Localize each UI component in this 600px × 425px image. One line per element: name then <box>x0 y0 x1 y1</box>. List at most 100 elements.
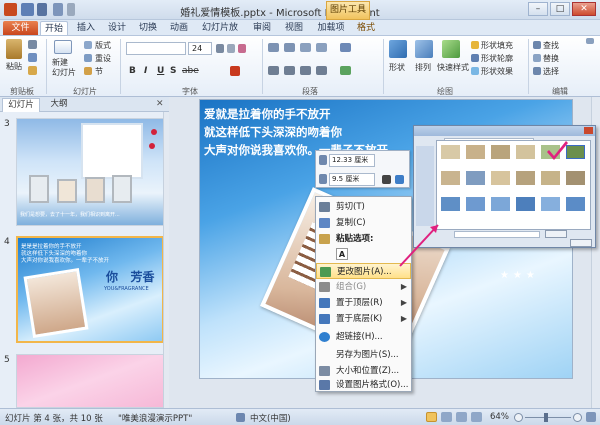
picture-thumb[interactable] <box>466 145 485 159</box>
outdent-icon[interactable] <box>316 43 327 52</box>
cut-icon[interactable] <box>28 40 37 49</box>
clear-format-icon[interactable] <box>238 44 246 53</box>
undo-icon[interactable] <box>37 3 47 16</box>
tab-home[interactable]: 开始 <box>40 21 68 35</box>
width-input[interactable]: 9.5 厘米 <box>329 173 375 186</box>
paste-button[interactable]: 粘贴 <box>6 61 22 72</box>
picture-thumb[interactable] <box>566 197 585 211</box>
format-painter-icon[interactable] <box>28 66 37 75</box>
picture-thumb[interactable] <box>441 171 460 185</box>
zoom-slider-track[interactable] <box>525 417 571 418</box>
customize-qat-icon[interactable] <box>67 3 75 16</box>
tab-outline[interactable]: 大纲 <box>44 98 74 112</box>
menu-item-hyperlink[interactable]: 超链接(H)... <box>316 329 411 345</box>
pane-scrollbar[interactable] <box>163 112 169 408</box>
picture-thumb[interactable] <box>441 197 460 211</box>
font-name-input[interactable] <box>126 42 186 55</box>
arrange-icon[interactable] <box>415 40 433 58</box>
italic-button[interactable]: I <box>144 66 147 76</box>
tab-file[interactable]: 文件 <box>3 21 38 35</box>
tab-insert[interactable]: 插入 <box>73 21 99 35</box>
layout-button[interactable]: 版式 <box>95 40 111 51</box>
menu-item-copy[interactable]: 复制(C) <box>316 215 411 231</box>
underline-button[interactable]: U <box>157 66 164 76</box>
replace-button[interactable]: 替换 <box>543 53 559 64</box>
zoom-slider-thumb[interactable] <box>544 413 548 422</box>
slideshow-view-icon[interactable] <box>471 412 482 422</box>
app-logo-icon[interactable] <box>4 3 17 16</box>
shrink-font-icon[interactable] <box>227 44 235 53</box>
picture-thumb[interactable] <box>516 171 535 185</box>
shape-style-icon[interactable] <box>395 175 404 184</box>
shape-fill-button[interactable]: 形状填充 <box>481 40 513 51</box>
font-size-input[interactable]: 24 <box>188 42 212 55</box>
redo-icon[interactable] <box>53 3 63 16</box>
copy-icon[interactable] <box>28 53 37 62</box>
picture-thumb[interactable] <box>541 171 560 185</box>
zoom-out-button[interactable] <box>514 413 523 422</box>
spellcheck-icon[interactable] <box>236 413 245 422</box>
tab-format[interactable]: 格式 <box>354 21 378 35</box>
paste-icon[interactable] <box>6 39 22 59</box>
tab-animations[interactable]: 动画 <box>166 21 192 35</box>
new-slide-icon[interactable] <box>54 40 72 54</box>
minimize-button[interactable]: – <box>528 2 548 16</box>
tab-slides[interactable]: 幻灯片 <box>2 98 40 112</box>
picture-thumb[interactable] <box>566 171 585 185</box>
picture-thumb[interactable] <box>466 171 485 185</box>
dialog-close-icon[interactable] <box>584 127 593 134</box>
slide-thumbnail-3[interactable]: 我们是想要，去了十一年，我们相识到离开... <box>16 118 164 226</box>
arrange-button[interactable]: 排列 <box>415 62 431 73</box>
reset-button[interactable]: 重设 <box>95 53 111 64</box>
picture-thumb[interactable] <box>491 197 510 211</box>
menu-item-change-picture[interactable]: 更改图片(A)... <box>316 263 411 279</box>
dialog-cancel-button[interactable] <box>570 239 592 247</box>
shapes-icon[interactable] <box>389 40 407 58</box>
language-indicator[interactable]: 中文(中国) <box>250 412 291 424</box>
slide-thumbnail-4[interactable]: 是是是拉着你的手不放开 就这样低下头深深的吻着你 大声对你说我喜欢你。一辈子不放… <box>16 236 164 343</box>
align-right-icon[interactable] <box>300 66 311 75</box>
quick-styles-button[interactable]: 快速样式 <box>437 62 469 73</box>
menu-item-format-picture[interactable]: 设置图片格式(O)... <box>316 377 411 393</box>
numbering-icon[interactable] <box>284 43 295 52</box>
shadow-button[interactable]: S <box>170 66 176 76</box>
menu-item-group[interactable]: 组合(G) ▶ <box>316 279 411 295</box>
char-spacing-button[interactable]: abe <box>182 66 199 76</box>
section-button[interactable]: 节 <box>95 66 103 77</box>
save-icon[interactable] <box>21 3 34 16</box>
picture-thumb[interactable] <box>466 197 485 211</box>
menu-item-send-to-back[interactable]: 置于底层(K) ▶ <box>316 311 411 327</box>
close-pane-icon[interactable]: ✕ <box>156 99 164 109</box>
bullets-icon[interactable] <box>268 43 279 52</box>
shape-outline-button[interactable]: 形状轮廓 <box>481 53 513 64</box>
normal-view-icon[interactable] <box>426 412 437 422</box>
paste-keep-text-button[interactable]: A <box>316 247 411 263</box>
picture-thumb[interactable] <box>441 145 460 159</box>
height-input[interactable]: 12.33 厘米 <box>329 154 375 167</box>
smartart-icon[interactable] <box>340 66 351 75</box>
reading-view-icon[interactable] <box>456 412 467 422</box>
slide-sorter-icon[interactable] <box>441 412 452 422</box>
picture-thumb[interactable] <box>541 197 560 211</box>
dialog-filename-input[interactable] <box>454 231 540 238</box>
zoom-level[interactable]: 64% <box>490 412 509 422</box>
maximize-button[interactable]: □ <box>550 2 570 16</box>
align-left-icon[interactable] <box>268 66 279 75</box>
justify-icon[interactable] <box>316 66 327 75</box>
tab-review[interactable]: 审阅 <box>249 21 275 35</box>
menu-item-save-as-picture[interactable]: 另存为图片(S)... <box>316 347 411 363</box>
bold-button[interactable]: B <box>129 66 136 76</box>
dialog-insert-button[interactable] <box>545 230 567 238</box>
picture-thumb[interactable] <box>491 171 510 185</box>
font-color-icon[interactable] <box>230 66 240 76</box>
indent-icon[interactable] <box>300 43 311 52</box>
new-slide-button[interactable]: 新建 幻灯片 <box>52 58 76 78</box>
align-center-icon[interactable] <box>284 66 295 75</box>
quick-styles-icon[interactable] <box>442 40 460 58</box>
menu-item-bring-to-front[interactable]: 置于顶层(R) ▶ <box>316 295 411 311</box>
fit-to-window-icon[interactable] <box>586 412 596 422</box>
picture-thumb[interactable] <box>541 145 560 159</box>
zoom-in-button[interactable] <box>573 413 582 422</box>
find-button[interactable]: 查找 <box>543 40 559 51</box>
tab-addins[interactable]: 加载项 <box>314 21 348 35</box>
